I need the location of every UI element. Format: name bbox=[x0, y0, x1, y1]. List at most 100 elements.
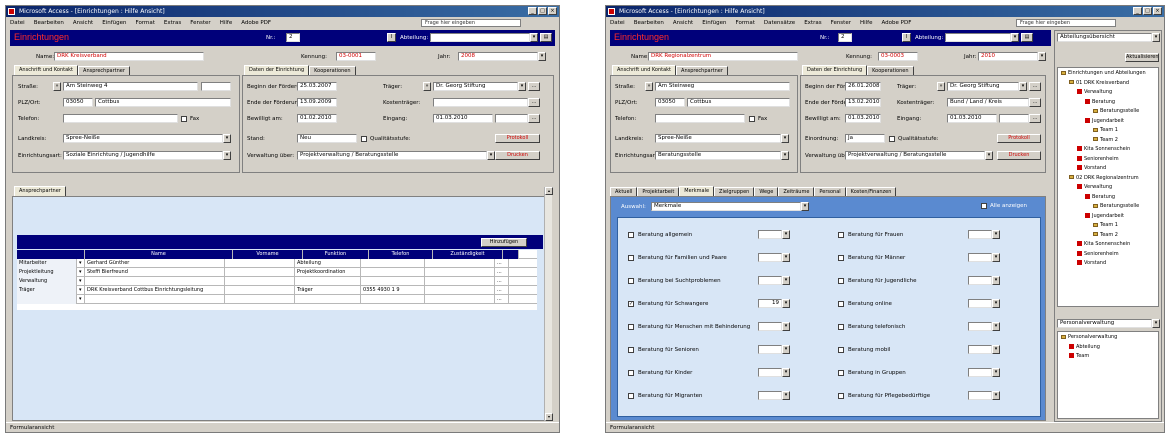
table-cell[interactable]: Träger bbox=[295, 286, 361, 295]
table-cell[interactable] bbox=[225, 259, 295, 268]
feature-value[interactable]: 19 bbox=[758, 299, 782, 308]
table-cell[interactable] bbox=[17, 295, 77, 304]
menu-item[interactable]: Einfügen bbox=[702, 20, 726, 26]
tab[interactable]: Kooperationen bbox=[867, 66, 914, 75]
bewilligt-field[interactable]: 01.03.2010 bbox=[845, 114, 881, 123]
feature-dropdown[interactable]: ▾ bbox=[782, 322, 790, 331]
feature-value[interactable] bbox=[968, 345, 992, 354]
traeger-dropdown[interactable]: ▾ bbox=[1019, 82, 1027, 91]
eingang-extra-field[interactable] bbox=[495, 114, 528, 123]
kosten-more-button[interactable]: ... bbox=[528, 98, 540, 107]
row-dropdown-icon[interactable]: ▾ bbox=[77, 295, 85, 304]
tree-node[interactable]: Seniorenheim bbox=[1077, 155, 1119, 162]
einrichtung-field[interactable]: Beratungsstelle bbox=[655, 151, 781, 160]
feature-dropdown[interactable]: ▾ bbox=[782, 299, 790, 308]
feature-dropdown[interactable]: ▾ bbox=[992, 299, 1000, 308]
help-search-input[interactable]: Frage hier eingeben bbox=[1016, 19, 1116, 27]
feature-value[interactable] bbox=[968, 391, 992, 400]
feature-value[interactable] bbox=[968, 253, 992, 262]
minimize-button[interactable]: _ bbox=[528, 7, 537, 15]
kosten-more-button[interactable]: ... bbox=[1029, 98, 1041, 107]
row-more-button[interactable]: ... bbox=[495, 286, 509, 295]
traeger-more-button[interactable]: ... bbox=[1029, 82, 1041, 91]
tab[interactable]: Personal bbox=[814, 187, 846, 196]
feature-value[interactable] bbox=[758, 230, 782, 239]
traeger-lookup-button[interactable]: » bbox=[423, 82, 431, 91]
table-cell[interactable]: Gerhard Günther bbox=[85, 259, 225, 268]
traeger-field[interactable]: Dr. Georg Stiftung bbox=[947, 82, 1019, 91]
feature-checkbox[interactable] bbox=[628, 347, 634, 353]
jahr-field[interactable]: 2008 bbox=[458, 52, 538, 61]
feature-dropdown[interactable]: ▾ bbox=[782, 230, 790, 239]
menu-item[interactable]: Datensätze bbox=[764, 20, 795, 26]
tree-node[interactable]: Beratung bbox=[1085, 98, 1115, 105]
table-cell[interactable]: DRK Kreisverband Cottbus Einrichtungslei… bbox=[85, 286, 225, 295]
verwaltung-dropdown[interactable]: ▾ bbox=[985, 151, 993, 160]
row-more-button[interactable]: ... bbox=[495, 277, 509, 286]
verwaltung-dropdown[interactable]: ▾ bbox=[487, 151, 495, 160]
feature-checkbox[interactable] bbox=[838, 301, 844, 307]
side-combo[interactable]: Abteilungsübersicht bbox=[1057, 33, 1152, 42]
table-cell[interactable]: Projektkoordination bbox=[295, 268, 361, 277]
tree-node[interactable]: Beratungsstelle bbox=[1093, 108, 1139, 114]
traeger-lookup-button[interactable]: » bbox=[937, 82, 945, 91]
tree-node[interactable]: Team 2 bbox=[1093, 232, 1118, 238]
ort-field[interactable]: Cottbus bbox=[95, 98, 231, 107]
tab[interactable]: Ansprechpartner bbox=[78, 66, 130, 75]
feature-dropdown[interactable]: ▾ bbox=[992, 345, 1000, 354]
refresh-button[interactable]: Aktualisieren bbox=[1125, 53, 1159, 62]
feature-checkbox[interactable] bbox=[838, 232, 844, 238]
drucken-button[interactable]: Drucken bbox=[997, 151, 1041, 160]
feature-dropdown[interactable]: ▾ bbox=[782, 368, 790, 377]
verwaltung-field[interactable]: Projektverwaltung / Beratungsstelle bbox=[845, 151, 985, 160]
table-cell[interactable] bbox=[425, 295, 495, 304]
traeger-more-button[interactable]: ... bbox=[528, 82, 540, 91]
stand-field[interactable]: Ja bbox=[845, 134, 885, 143]
feature-checkbox[interactable] bbox=[838, 278, 844, 284]
close-button[interactable]: × bbox=[1153, 7, 1162, 15]
menu-item[interactable]: Adobe PDF bbox=[241, 20, 271, 26]
feature-value[interactable] bbox=[968, 299, 992, 308]
tab[interactable]: Aktuell bbox=[610, 187, 638, 196]
table-cell[interactable] bbox=[361, 277, 425, 286]
table-cell[interactable] bbox=[295, 295, 361, 304]
table-cell[interactable] bbox=[361, 295, 425, 304]
menu-item[interactable]: Format bbox=[136, 20, 155, 26]
land-field[interactable]: Spree-Neiße bbox=[655, 134, 781, 143]
eingang-more-button[interactable]: ... bbox=[528, 114, 540, 123]
table-cell[interactable]: Steffi Bierfreund bbox=[85, 268, 225, 277]
row-more-button[interactable]: ... bbox=[495, 295, 509, 304]
table-cell[interactable] bbox=[425, 286, 495, 295]
table-row[interactable]: Verwaltung ▾... bbox=[17, 277, 537, 286]
table-row[interactable]: Mitarbeiter ▾ Gerhard Günther Abteilung... bbox=[17, 259, 537, 268]
tab[interactable]: Ansprechpartner bbox=[676, 66, 728, 75]
protokoll-button[interactable]: Protokoll bbox=[495, 134, 540, 143]
table-cell[interactable] bbox=[225, 286, 295, 295]
tab-ansprechpartner[interactable]: Ansprechpartner bbox=[14, 186, 66, 196]
eingang-field[interactable]: 01.03.2010 bbox=[433, 114, 493, 123]
menu-item[interactable]: Bearbeiten bbox=[634, 20, 664, 26]
table-cell[interactable] bbox=[361, 268, 425, 277]
kosten-field[interactable]: Bund / Land / Kreis bbox=[947, 98, 1029, 107]
menu-item[interactable]: Einfügen bbox=[102, 20, 126, 26]
protokoll-button[interactable]: Protokoll bbox=[997, 134, 1041, 143]
tree-node[interactable]: Kita Sonnenschein bbox=[1077, 241, 1130, 247]
tab[interactable]: Kosten/Finanzen bbox=[845, 187, 897, 196]
feature-dropdown[interactable]: ▾ bbox=[992, 230, 1000, 239]
menu-item[interactable]: Adobe PDF bbox=[882, 20, 912, 26]
feature-checkbox[interactable] bbox=[628, 370, 634, 376]
tab[interactable]: Daten der Einrichtung bbox=[802, 65, 868, 75]
feature-checkbox[interactable] bbox=[838, 255, 844, 261]
tree-node[interactable]: Vorstand bbox=[1077, 165, 1106, 171]
name-field[interactable]: DRK Kreisverband bbox=[54, 52, 204, 61]
maximize-button[interactable]: □ bbox=[538, 7, 547, 15]
row-more-button[interactable]: ... bbox=[495, 268, 509, 277]
row-more-button[interactable]: ... bbox=[495, 259, 509, 268]
menu-item[interactable]: Datei bbox=[10, 20, 25, 26]
feature-dropdown[interactable]: ▾ bbox=[992, 391, 1000, 400]
qualitaet-checkbox[interactable] bbox=[889, 136, 895, 142]
eingang-field[interactable]: 01.03.2010 bbox=[947, 114, 997, 123]
table-cell[interactable]: Mitarbeiter bbox=[17, 259, 77, 268]
drucken-button[interactable]: Drucken bbox=[495, 151, 540, 160]
feature-checkbox[interactable] bbox=[628, 393, 634, 399]
